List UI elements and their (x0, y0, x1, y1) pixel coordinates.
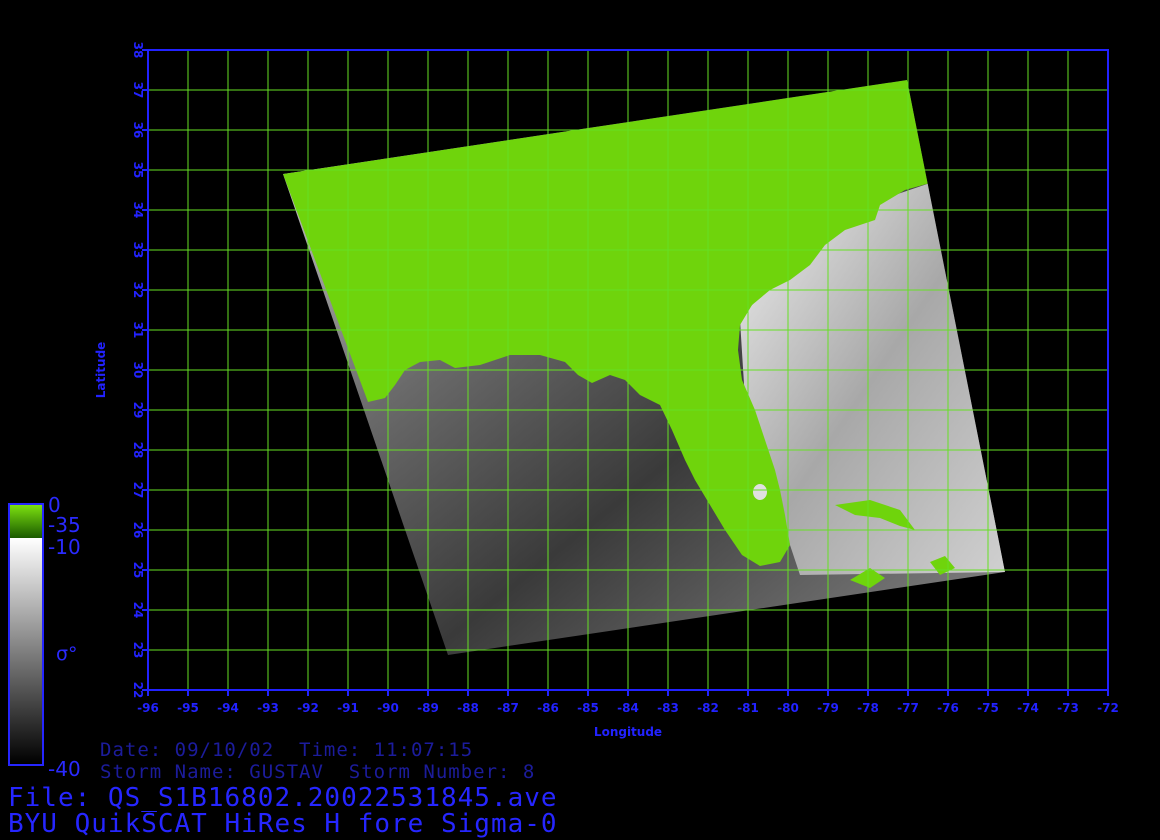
lon-tick-label: -93 (257, 701, 279, 715)
lat-tick-label: 22 (131, 682, 145, 699)
lat-tick-label: 24 (131, 602, 145, 619)
lon-tick-label: -80 (777, 701, 799, 715)
colorbar-land-bottom-label: -35 (48, 513, 81, 537)
lon-tick-label: -94 (217, 701, 239, 715)
lat-tick-label: 36 (131, 122, 145, 139)
lat-tick-label: 26 (131, 522, 145, 539)
lat-tick-label: 37 (131, 82, 145, 99)
lat-tick-label: 34 (131, 202, 145, 219)
colorbar-ocean-bottom-label: -40 (48, 757, 81, 781)
lon-tick-label: -84 (617, 701, 639, 715)
lon-tick-label: -87 (497, 701, 519, 715)
lat-tick-label: 28 (131, 442, 145, 459)
lat-tick-label: 35 (131, 162, 145, 179)
lon-tick-label: -78 (857, 701, 879, 715)
lat-tick-label: 29 (131, 402, 145, 419)
lon-tick-label: -92 (297, 701, 319, 715)
lon-tick-label: -83 (657, 701, 679, 715)
storm-line: Storm Name: GUSTAV Storm Number: 8 (100, 761, 536, 783)
lat-tick-label: 33 (131, 242, 145, 259)
lon-tick-label: -95 (177, 701, 199, 715)
colorbar-symbol: σ° (56, 643, 78, 665)
lon-tick-label: -96 (137, 701, 159, 715)
y-axis-label: Latitude (94, 342, 108, 399)
map-grid (147, 49, 1109, 691)
product-line: BYU QuikSCAT HiRes H fore Sigma-0 (8, 809, 558, 839)
lon-tick-label: -81 (737, 701, 759, 715)
lon-tick-label: -77 (897, 701, 919, 715)
lat-tick-label: 32 (131, 282, 145, 299)
lon-tick-label: -75 (977, 701, 999, 715)
lon-tick-label: -73 (1057, 701, 1079, 715)
lon-tick-label: -72 (1097, 701, 1119, 715)
lon-tick-label: -82 (697, 701, 719, 715)
lat-tick-label: 25 (131, 562, 145, 579)
sigma0-map: -96 -95 -94 -93 -92 -91 -90 -89 -88 -87 -86 -85 -84 -… (8, 42, 1119, 766)
lat-tick-label: 30 (131, 362, 145, 379)
lon-tick-label: -86 (537, 701, 559, 715)
lake-okeechobee (753, 484, 767, 500)
lon-tick-label: -91 (337, 701, 359, 715)
quikscat-swath (283, 80, 1005, 655)
lon-tick-label: -90 (377, 701, 399, 715)
lon-tick-label: -85 (577, 701, 599, 715)
lon-tick-label: -74 (1017, 701, 1039, 715)
colorbar-land-swatch (10, 505, 42, 538)
lon-tick-label: -89 (417, 701, 439, 715)
lon-tick-label: -76 (937, 701, 959, 715)
colorbar-ocean-top-label: -10 (48, 535, 81, 559)
colorbar-ocean-ramp (10, 538, 42, 764)
x-axis-label: Longitude (594, 725, 662, 739)
lon-tick-label: -79 (817, 701, 839, 715)
lat-tick-label: 31 (131, 322, 145, 339)
lat-tick-label: 27 (131, 482, 145, 499)
colorbar (8, 503, 44, 766)
lat-tick-label: 38 (131, 42, 145, 59)
lon-tick-label: -88 (457, 701, 479, 715)
lat-tick-label: 23 (131, 642, 145, 659)
date-time-line: Date: 09/10/02 Time: 11:07:15 (100, 739, 474, 761)
